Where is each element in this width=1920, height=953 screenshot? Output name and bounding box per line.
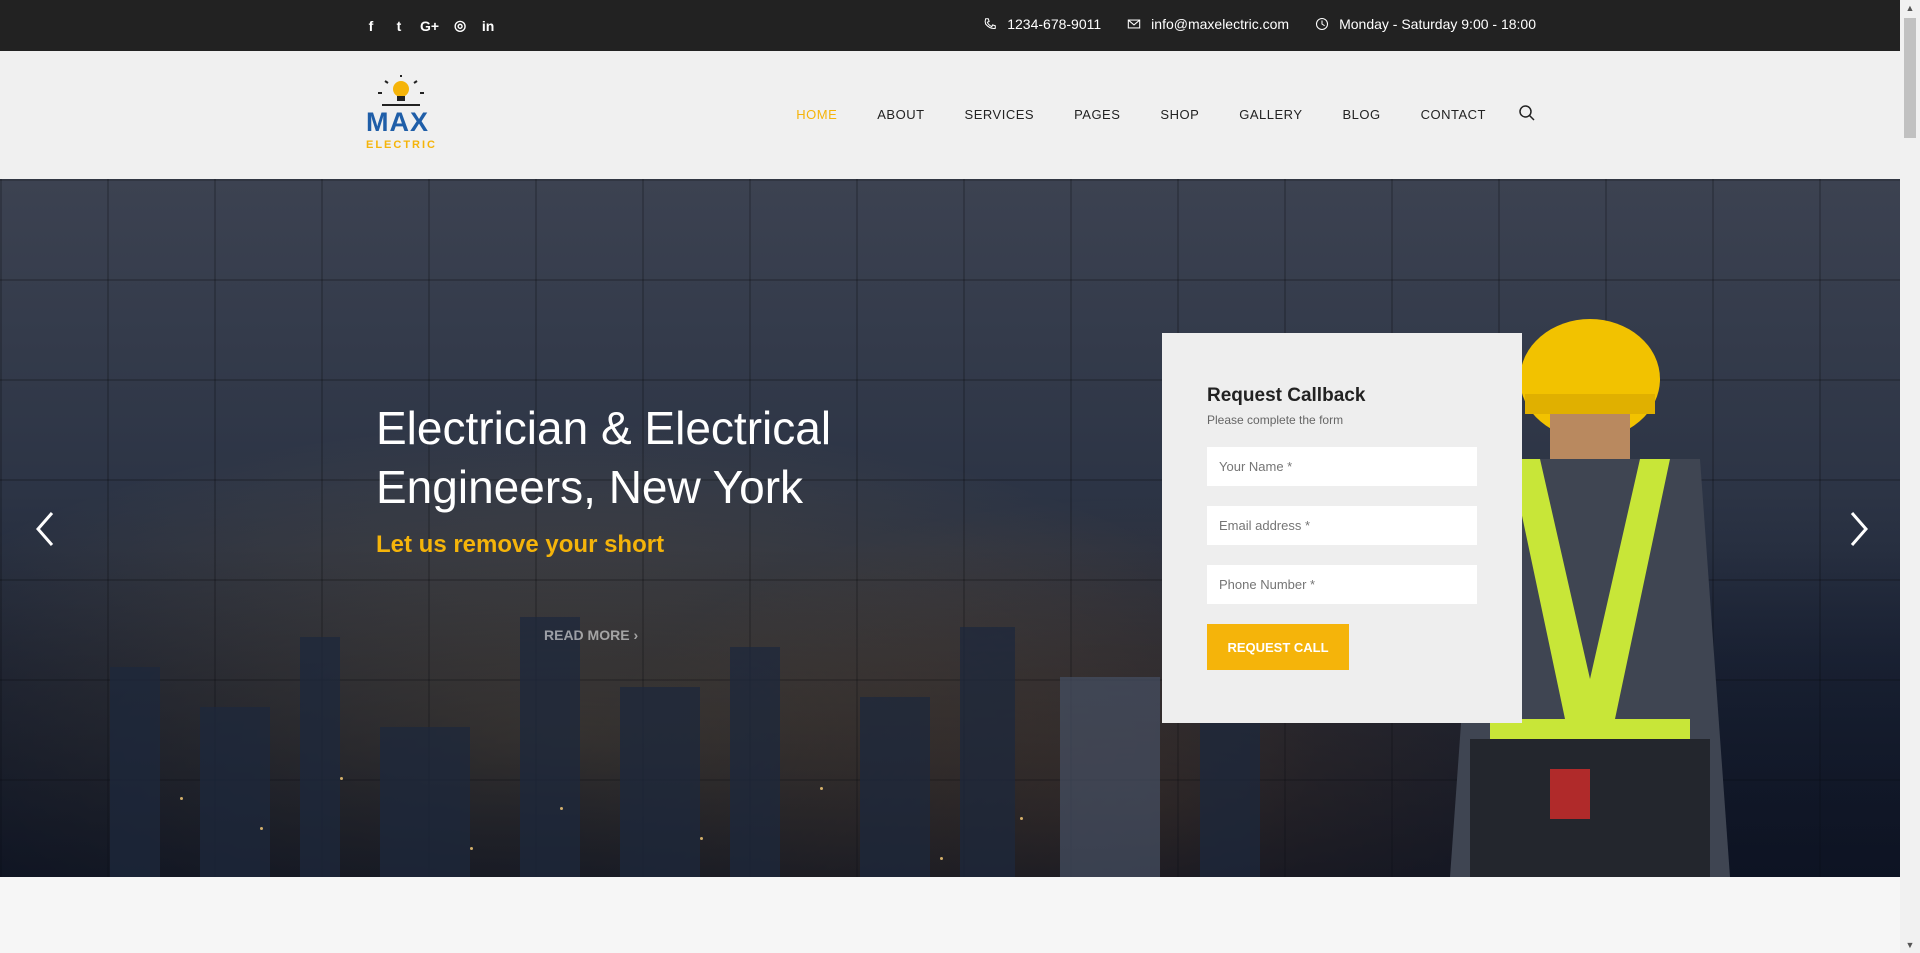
- nav-about[interactable]: ABOUT: [877, 107, 924, 122]
- chevron-right-icon: ›: [633, 627, 639, 643]
- nav-shop[interactable]: SHOP: [1160, 107, 1199, 122]
- nav-gallery[interactable]: GALLERY: [1239, 107, 1302, 122]
- facebook-icon[interactable]: f: [364, 18, 378, 34]
- form-subtitle: Please complete the form: [1207, 413, 1344, 427]
- scroll-up-arrow[interactable]: ▲: [1905, 3, 1915, 13]
- top-bar: f t G+ ◎ in 1234-678-9011 info@maxelectr…: [0, 0, 1900, 51]
- hero-subtitle: Let us remove your short: [376, 531, 665, 558]
- read-more-label: READ MORE: [544, 627, 630, 643]
- phone-icon: [984, 18, 997, 30]
- clock-icon: [1316, 17, 1329, 31]
- google-plus-icon[interactable]: G+: [420, 18, 439, 34]
- nav-home[interactable]: HOME: [796, 107, 837, 122]
- nav-blog[interactable]: BLOG: [1343, 107, 1381, 122]
- main-nav: HOME ABOUT SERVICES PAGES SHOP GALLERY B…: [796, 107, 1486, 122]
- site-header: MAX ELECTRIC HOME ABOUT SERVICES PAGES S…: [0, 51, 1900, 179]
- logo[interactable]: MAX ELECTRIC: [366, 75, 436, 155]
- logo-text: MAX: [366, 107, 429, 137]
- mail-icon: [1127, 19, 1141, 29]
- hours-info: Monday - Saturday 9:00 - 18:00: [1315, 16, 1536, 32]
- linkedin-icon[interactable]: in: [481, 18, 495, 34]
- email-address: info@maxelectric.com: [1151, 16, 1290, 32]
- lightbulb-icon: [378, 75, 424, 106]
- page-scrollbar[interactable]: ▲ ▼: [1900, 0, 1920, 953]
- nav-pages[interactable]: PAGES: [1074, 107, 1120, 122]
- read-more-link[interactable]: READ MORE ›: [544, 627, 638, 643]
- business-hours: Monday - Saturday 9:00 - 18:00: [1339, 16, 1536, 32]
- request-call-button[interactable]: REQUEST CALL: [1207, 624, 1349, 670]
- social-links: f t G+ ◎ in: [364, 17, 495, 34]
- nav-services[interactable]: SERVICES: [965, 107, 1035, 122]
- phone-number: 1234-678-9011: [1007, 16, 1102, 32]
- scroll-thumb[interactable]: [1904, 18, 1916, 138]
- nav-contact[interactable]: CONTACT: [1421, 107, 1486, 122]
- hero-title: Electrician & Electrical Engineers, New …: [376, 402, 832, 513]
- phone-contact[interactable]: 1234-678-9011: [983, 16, 1101, 32]
- twitter-icon[interactable]: t: [392, 18, 406, 34]
- form-title: Request Callback: [1207, 385, 1366, 406]
- hero-slider: Electrician & Electrical Engineers, New …: [0, 179, 1900, 877]
- phone-input[interactable]: [1207, 565, 1477, 604]
- logo-subtext: ELECTRIC: [366, 139, 437, 151]
- slider-next-arrow[interactable]: [1846, 509, 1872, 549]
- slider-prev-arrow[interactable]: [32, 509, 58, 549]
- search-icon[interactable]: [1518, 104, 1536, 122]
- email-contact[interactable]: info@maxelectric.com: [1127, 16, 1289, 32]
- instagram-icon[interactable]: ◎: [453, 17, 467, 34]
- name-input[interactable]: [1207, 447, 1477, 486]
- email-input[interactable]: [1207, 506, 1477, 545]
- callback-form: Request Callback Please complete the for…: [1162, 333, 1522, 723]
- scroll-down-arrow[interactable]: ▼: [1905, 940, 1915, 950]
- contact-info: 1234-678-9011 info@maxelectric.com Monda…: [983, 16, 1536, 32]
